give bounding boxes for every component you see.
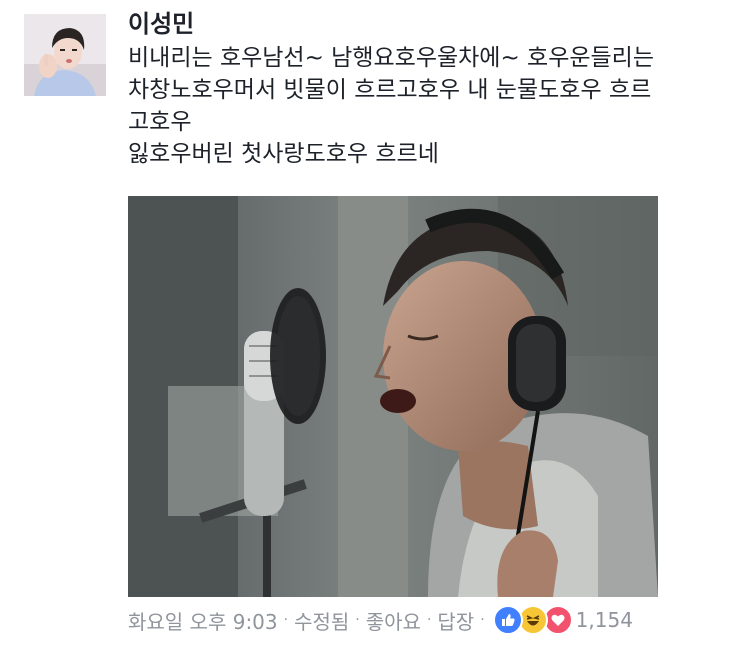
author-name[interactable]: 이성민 xyxy=(128,6,194,42)
reply-link[interactable]: 답장 xyxy=(437,606,474,635)
comment-line: 차창노호우머서 빗물이 흐르고호우 내 눈물도호우 흐르 xyxy=(128,77,652,103)
photo-singer-recording xyxy=(128,196,658,597)
reactions-summary[interactable] xyxy=(492,605,573,635)
comment-photo[interactable] xyxy=(128,196,658,597)
separator: · xyxy=(426,612,432,628)
timestamp[interactable]: 화요일 오후 9:03 xyxy=(128,606,278,635)
edited-label[interactable]: 수정됨 xyxy=(294,606,349,635)
like-icon xyxy=(492,605,523,635)
avatar-image xyxy=(24,14,106,96)
separator: · xyxy=(355,612,360,628)
comment-text: 비내리는 호우남선~ 남행요호우울차에~ 호우운들리는 차창노호우머서 빗물이 … xyxy=(128,42,728,170)
like-link[interactable]: 좋아요 xyxy=(366,606,421,635)
reaction-count[interactable]: 1,154 xyxy=(576,608,633,632)
comment-meta: 화요일 오후 9:03 · 수정됨 · 좋아요 · 답장 · 1,154 xyxy=(128,604,633,636)
separator: · xyxy=(480,612,485,628)
comment-line: 잃호우버린 첫사랑도호우 흐르네 xyxy=(128,141,439,167)
avatar[interactable] xyxy=(24,14,106,96)
separator: · xyxy=(283,612,289,628)
comment-line: 고호우 xyxy=(128,109,192,135)
comment-line: 비내리는 호우남선~ 남행요호우울차에~ 호우운들리는 xyxy=(128,45,654,71)
